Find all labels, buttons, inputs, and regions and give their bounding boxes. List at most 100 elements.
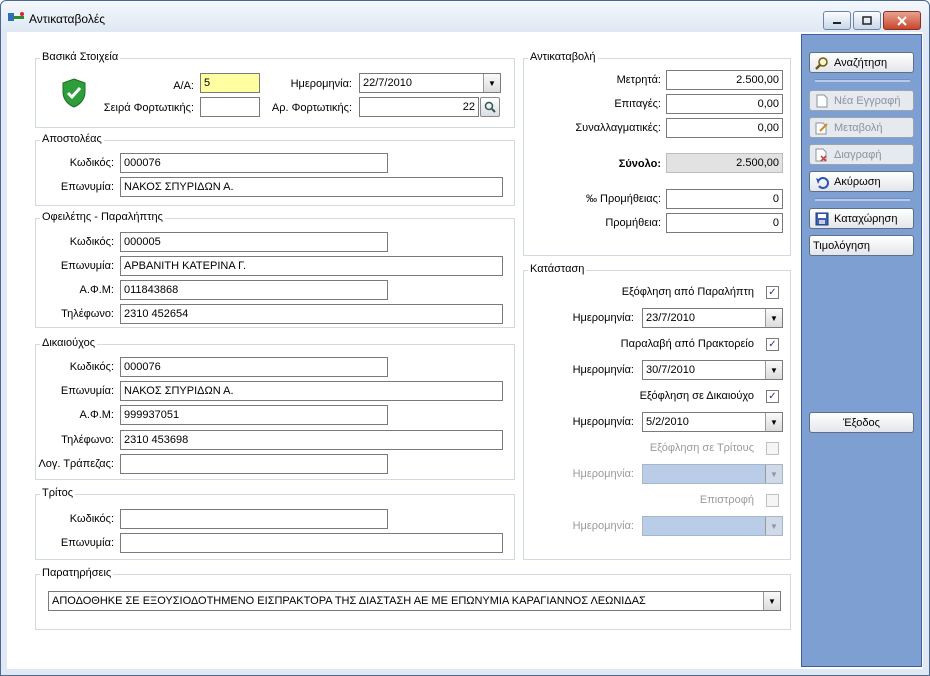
date1-combo[interactable]: 23/7/2010 ▼ — [642, 308, 783, 328]
beneficiary-bank-label: Λογ. Τράπεζας: — [38, 458, 114, 470]
paid-by-receiver-checkbox[interactable]: ✓ — [766, 286, 779, 299]
app-window: Αντικαταβολές Βασικά Στοιχεία Α/Α: 5 Ημε… — [0, 0, 930, 676]
maximize-button[interactable] — [853, 11, 881, 30]
date3-combo[interactable]: 5/2/2010 ▼ — [642, 412, 783, 432]
commission-label: Προμήθεια: — [605, 217, 661, 229]
return-label: Επιστροφή — [699, 494, 754, 506]
return-checkbox[interactable] — [766, 494, 779, 507]
debtor-name-field[interactable]: ΑΡΒΑΝΙΤΗ ΚΑΤΕΡΙΝΑ Γ. — [120, 256, 503, 276]
invoice-button[interactable]: Τιμολόγηση — [809, 235, 914, 256]
date5-label: Ημερομηνία: — [572, 520, 634, 532]
new-record-button[interactable]: Νέα Εγγραφή — [809, 90, 914, 111]
beneficiary-phone-field[interactable]: 2310 453698 — [120, 430, 503, 450]
date1-label: Ημερομηνία: — [572, 312, 634, 324]
debtor-phone-label: Τηλέφωνο: — [61, 308, 114, 320]
date2-value: 30/7/2010 — [646, 364, 695, 376]
date-combo-value: 22/7/2010 — [363, 77, 412, 89]
notes-combo[interactable]: ΑΠΟΔΟΘΗΚΕ ΣΕ ΕΞΟΥΣΙΟΔΟΤΗΜΕΝΟ ΕΙΣΠΡΑΚΤΟΡΑ… — [48, 591, 781, 611]
notes-legend: Παρατηρήσεις — [40, 567, 114, 579]
sender-code-field[interactable]: 000076 — [120, 153, 388, 173]
edit-document-icon — [814, 121, 830, 135]
third-party-group: Τρίτος Κωδικός: Επωνυμία: — [35, 487, 515, 560]
series-label: Σειρά Φορτωτικής: — [103, 102, 194, 114]
date-label: Ημερομηνία: — [290, 78, 352, 90]
third-party-legend: Τρίτος — [40, 487, 76, 499]
debtor-afm-field[interactable]: 011843868 — [120, 280, 388, 300]
divider — [815, 198, 910, 201]
beneficiary-bank-field[interactable] — [120, 454, 388, 474]
exit-button[interactable]: Έξοδος — [809, 412, 914, 433]
delete-button[interactable]: Διαγραφή — [809, 144, 914, 165]
received-from-agency-checkbox[interactable]: ✓ — [766, 338, 779, 351]
waybill-field[interactable]: 22 — [359, 97, 479, 117]
chevron-down-icon[interactable]: ▼ — [765, 361, 782, 379]
action-sidebar: Αναζήτηση Νέα Εγγραφή Μεταβολή Διαγραφή … — [801, 34, 922, 667]
form-area: Βασικά Στοιχεία Α/Α: 5 Ημερομηνία: 22/7/… — [7, 32, 799, 669]
debtor-code-field[interactable]: 000005 — [120, 232, 388, 252]
chevron-down-icon[interactable]: ▼ — [765, 517, 782, 535]
chevron-down-icon[interactable]: ▼ — [765, 309, 782, 327]
paid-to-third-checkbox[interactable] — [766, 442, 779, 455]
cancel-button[interactable]: Ακύρωση — [809, 171, 914, 192]
aa-field[interactable]: 5 — [200, 73, 260, 93]
date4-label: Ημερομηνία: — [572, 468, 634, 480]
sender-group: Αποστολέας Κωδικός: 000076 Επωνυμία: ΝΑΚ… — [35, 133, 515, 206]
waybill-search-button[interactable] — [480, 97, 500, 117]
debtor-phone-field[interactable]: 2310 452654 — [120, 304, 503, 324]
total-field: 2.500,00 — [666, 153, 783, 173]
checks-field[interactable]: 0,00 — [666, 94, 783, 114]
total-label: Σύνολο: — [618, 158, 661, 170]
chevron-down-icon[interactable]: ▼ — [765, 413, 782, 431]
bills-field[interactable]: 0,00 — [666, 118, 783, 138]
cash-field[interactable]: 2.500,00 — [666, 70, 783, 90]
bills-label: Συναλλαγματικές: — [575, 122, 661, 134]
date5-combo[interactable]: ▼ — [642, 516, 783, 536]
save-button[interactable]: Καταχώρηση — [809, 208, 914, 229]
search-icon — [484, 101, 496, 113]
chevron-down-icon[interactable]: ▼ — [763, 592, 780, 610]
sender-name-field[interactable]: ΝΑΚΟΣ ΣΠΥΡΙΔΩΝ Α. — [120, 177, 503, 197]
beneficiary-afm-field[interactable]: 999937051 — [120, 405, 388, 425]
commission-pct-label: ‰ Προμήθειας: — [585, 193, 661, 205]
search-button-label: Αναζήτηση — [834, 56, 888, 69]
chevron-down-icon[interactable]: ▼ — [483, 74, 500, 92]
client-area: Βασικά Στοιχεία Α/Α: 5 Ημερομηνία: 22/7/… — [7, 32, 923, 669]
commission-pct-field[interactable]: 0 — [666, 189, 783, 209]
received-from-agency-label: Παραλαβή από Πρακτορείο — [620, 338, 754, 350]
paid-to-beneficiary-label: Εξόφληση σε Δικαιούχο — [639, 390, 754, 402]
close-button[interactable] — [883, 11, 921, 30]
new-document-icon — [814, 94, 830, 108]
invoice-button-label: Τιμολόγηση — [813, 239, 870, 252]
beneficiary-code-label: Κωδικός: — [69, 361, 114, 373]
series-field[interactable] — [200, 97, 260, 117]
beneficiary-name-field[interactable]: ΝΑΚΟΣ ΣΠΥΡΙΔΩΝ Α. — [120, 381, 503, 401]
cod-legend: Αντικαταβολή — [528, 51, 598, 63]
date2-combo[interactable]: 30/7/2010 ▼ — [642, 360, 783, 380]
delete-document-icon — [814, 148, 830, 162]
paid-to-beneficiary-checkbox[interactable]: ✓ — [766, 390, 779, 403]
status-legend: Κατάσταση — [528, 263, 587, 275]
close-icon — [897, 15, 907, 26]
minimize-button[interactable] — [823, 11, 851, 30]
third-name-field[interactable] — [120, 533, 503, 553]
edit-button-label: Μεταβολή — [834, 121, 883, 134]
date4-combo[interactable]: ▼ — [642, 464, 783, 484]
commission-field[interactable]: 0 — [666, 213, 783, 233]
beneficiary-afm-label: Α.Φ.Μ: — [79, 409, 114, 421]
beneficiary-phone-label: Τηλέφωνο: — [61, 434, 114, 446]
aa-label: Α/Α: — [173, 80, 194, 92]
basic-info-legend: Βασικά Στοιχεία — [40, 51, 121, 63]
date-combo[interactable]: 22/7/2010 ▼ — [359, 73, 501, 93]
edit-button[interactable]: Μεταβολή — [809, 117, 914, 138]
search-button[interactable]: Αναζήτηση — [809, 52, 914, 73]
beneficiary-code-field[interactable]: 000076 — [120, 357, 388, 377]
third-code-label: Κωδικός: — [69, 513, 114, 525]
minimize-icon — [833, 21, 841, 24]
cod-group: Αντικαταβολή Μετρητά: 2.500,00 Επιταγές:… — [523, 51, 791, 256]
search-icon — [814, 56, 830, 70]
sender-name-label: Επωνυμία: — [60, 181, 114, 193]
third-code-field[interactable] — [120, 509, 388, 529]
chevron-down-icon[interactable]: ▼ — [765, 465, 782, 483]
cancel-button-label: Ακύρωση — [834, 175, 881, 188]
maximize-icon — [862, 16, 872, 25]
